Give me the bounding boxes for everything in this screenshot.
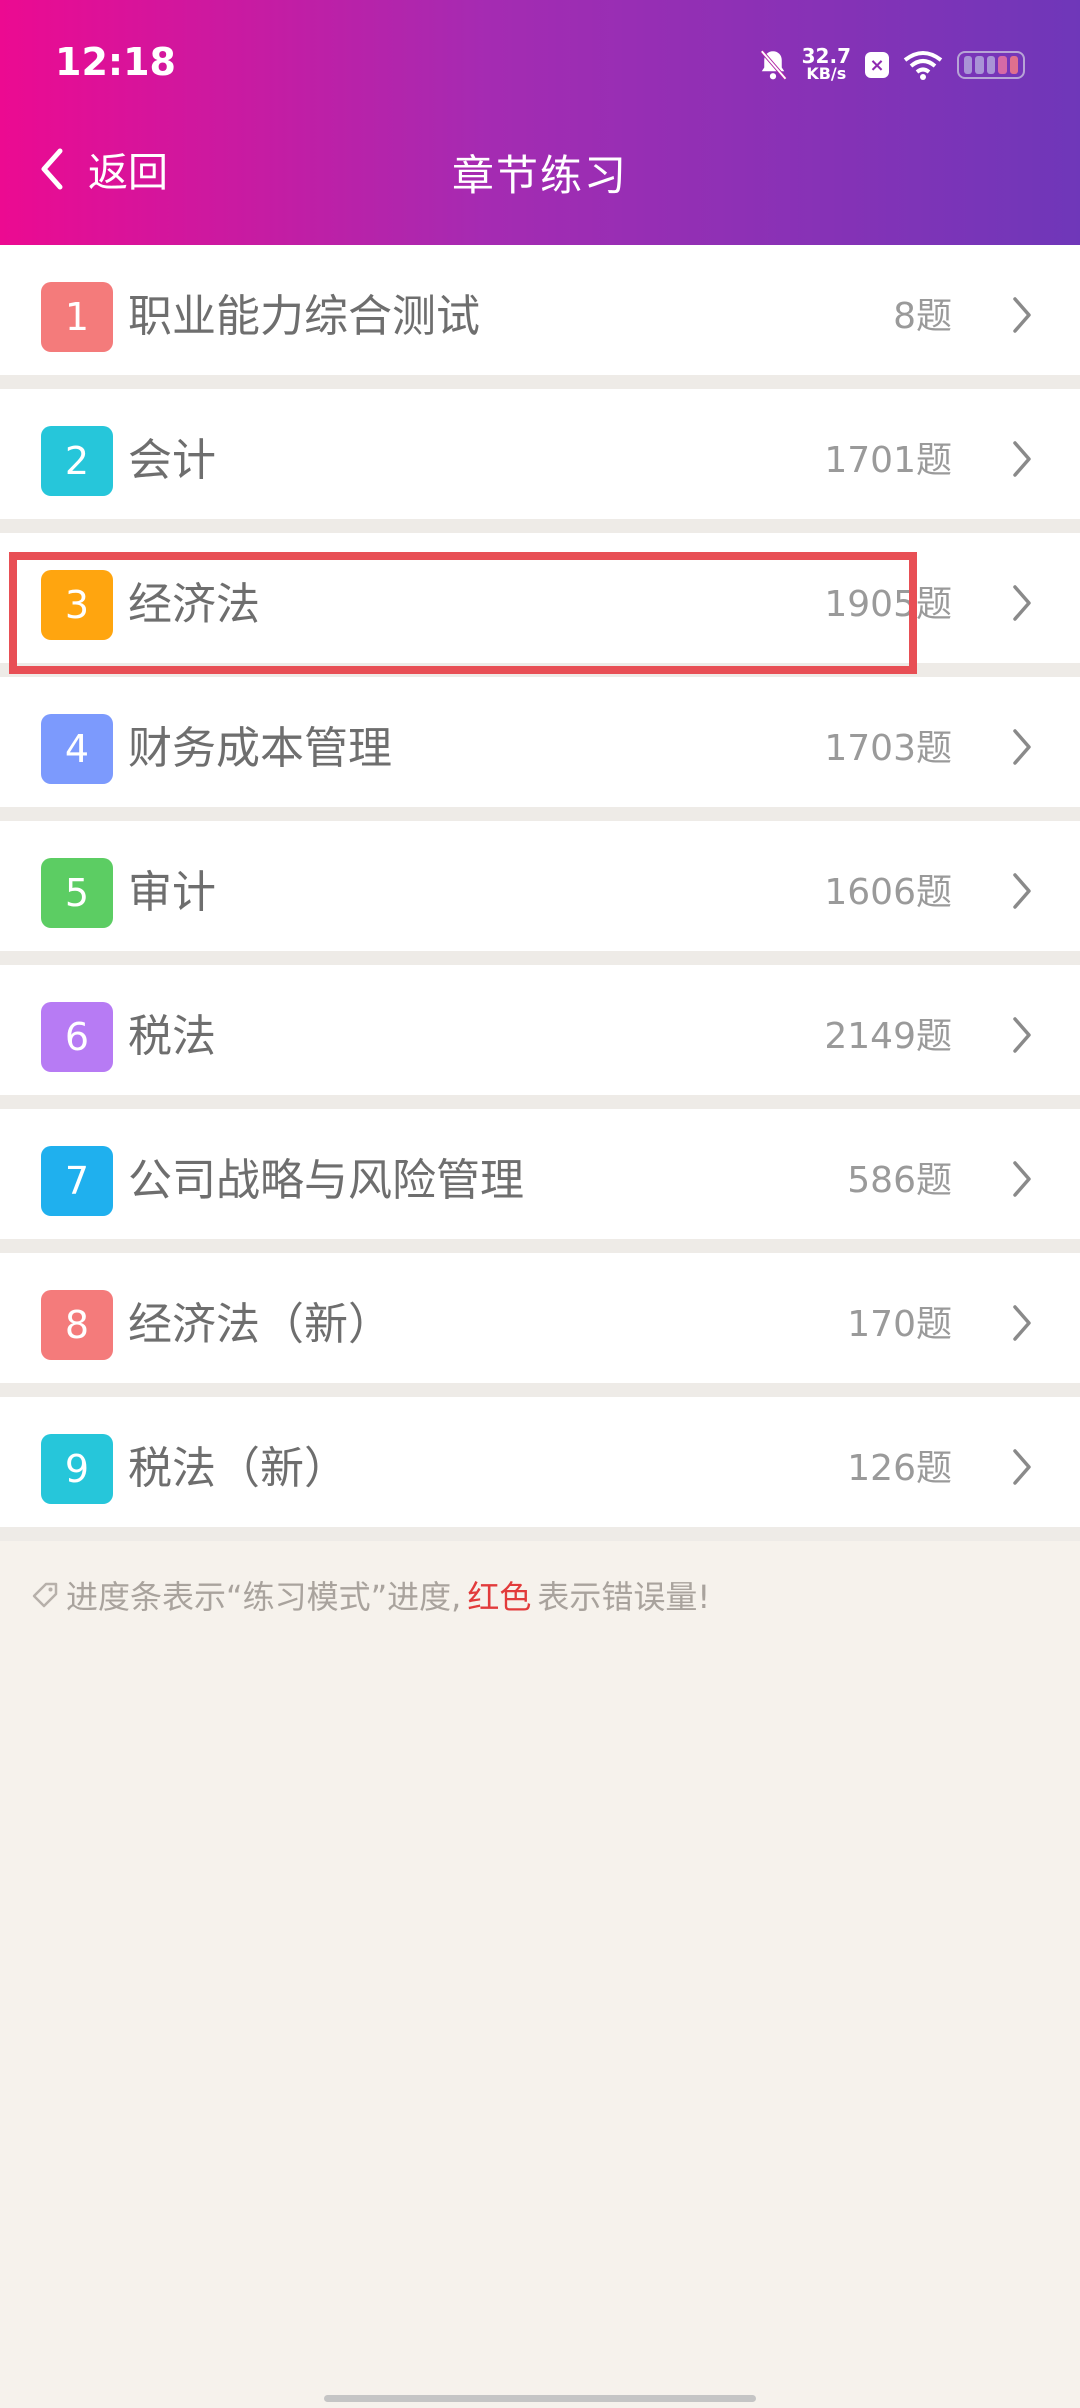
speed-value: 32.7 (801, 44, 851, 68)
chapter-row[interactable]: 8 经济法（新） 170题 (0, 1253, 1080, 1397)
status-icons: 32.7 KB/s × (758, 42, 1025, 88)
network-speed: 32.7 KB/s (801, 44, 851, 83)
hint-red-word: 红色 (467, 1578, 532, 1616)
chapter-name: 财务成本管理 (128, 723, 392, 774)
chevron-right-icon (1013, 873, 1031, 909)
chevron-right-icon (1013, 441, 1031, 477)
network-badge-icon: × (865, 52, 889, 78)
chevron-right-icon (1013, 1449, 1031, 1485)
hint-prefix: 进度条表示“练习模式”进度, (66, 1578, 462, 1616)
chapter-name: 职业能力综合测试 (128, 291, 480, 342)
chapter-name: 税法（新） (128, 1443, 348, 1494)
chapter-name: 税法 (128, 1011, 216, 1062)
chapter-index-badge: 4 (41, 714, 113, 784)
chapter-index-badge: 6 (41, 1002, 113, 1072)
chapter-row[interactable]: 7 公司战略与风险管理 586题 (0, 1109, 1080, 1253)
chapter-name: 审计 (128, 867, 216, 918)
question-count: 170题 (847, 1304, 952, 1345)
speed-unit: KB/s (806, 64, 847, 83)
chapter-list: 1 职业能力综合测试 8题 2 会计 1701题 3 经济法 1905题 4 财务成本管理 1703题… (0, 245, 1080, 1541)
chapter-index-badge: 3 (41, 570, 113, 640)
page-title: 章节练习 (451, 151, 628, 200)
hint-suffix: 表示错误量! (537, 1578, 711, 1616)
chapter-row[interactable]: 1 职业能力综合测试 8题 (0, 245, 1080, 389)
chapter-index-badge: 1 (41, 282, 113, 352)
wifi-icon (903, 51, 943, 80)
chapter-row[interactable]: 5 审计 1606题 (0, 821, 1080, 965)
chevron-right-icon (1013, 297, 1031, 333)
status-time: 12:18 (55, 40, 176, 84)
chapter-name: 经济法 (128, 579, 260, 630)
tag-icon (32, 1582, 58, 1608)
question-count: 1701题 (824, 440, 952, 481)
question-count: 126题 (847, 1448, 952, 1489)
chapter-index-badge: 7 (41, 1146, 113, 1216)
chevron-right-icon (1013, 1161, 1031, 1197)
battery-icon (957, 51, 1025, 79)
question-count: 1606题 (824, 872, 952, 913)
chapter-name: 公司战略与风险管理 (128, 1155, 524, 1206)
chapter-index-badge: 2 (41, 426, 113, 496)
app-header: 12:18 32.7 KB/s × 返回 章节练习 (0, 0, 1080, 245)
question-count: 1905题 (824, 584, 952, 625)
question-count: 2149题 (824, 1016, 952, 1057)
chapter-row[interactable]: 9 税法（新） 126题 (0, 1397, 1080, 1541)
chapter-name: 经济法（新） (128, 1299, 392, 1350)
chapter-index-badge: 8 (41, 1290, 113, 1360)
chapter-name: 会计 (128, 435, 216, 486)
chapter-row[interactable]: 2 会计 1701题 (0, 389, 1080, 533)
chapter-index-badge: 5 (41, 858, 113, 928)
chapter-row[interactable]: 6 税法 2149题 (0, 965, 1080, 1109)
home-indicator[interactable] (324, 2395, 756, 2402)
chapter-row[interactable]: 4 财务成本管理 1703题 (0, 677, 1080, 821)
chapter-index-badge: 9 (41, 1434, 113, 1504)
question-count: 1703题 (824, 728, 952, 769)
chevron-right-icon (1013, 1017, 1031, 1053)
bell-off-icon (759, 50, 787, 80)
question-count: 8题 (893, 296, 952, 337)
chapter-row[interactable]: 3 经济法 1905题 (0, 533, 1080, 677)
chevron-right-icon (1013, 729, 1031, 765)
question-count: 586题 (847, 1160, 952, 1201)
chevron-right-icon (1013, 1305, 1031, 1341)
progress-hint: 进度条表示“练习模式”进度, 红色 表示错误量! (30, 1572, 710, 1618)
chevron-right-icon (1013, 585, 1031, 621)
